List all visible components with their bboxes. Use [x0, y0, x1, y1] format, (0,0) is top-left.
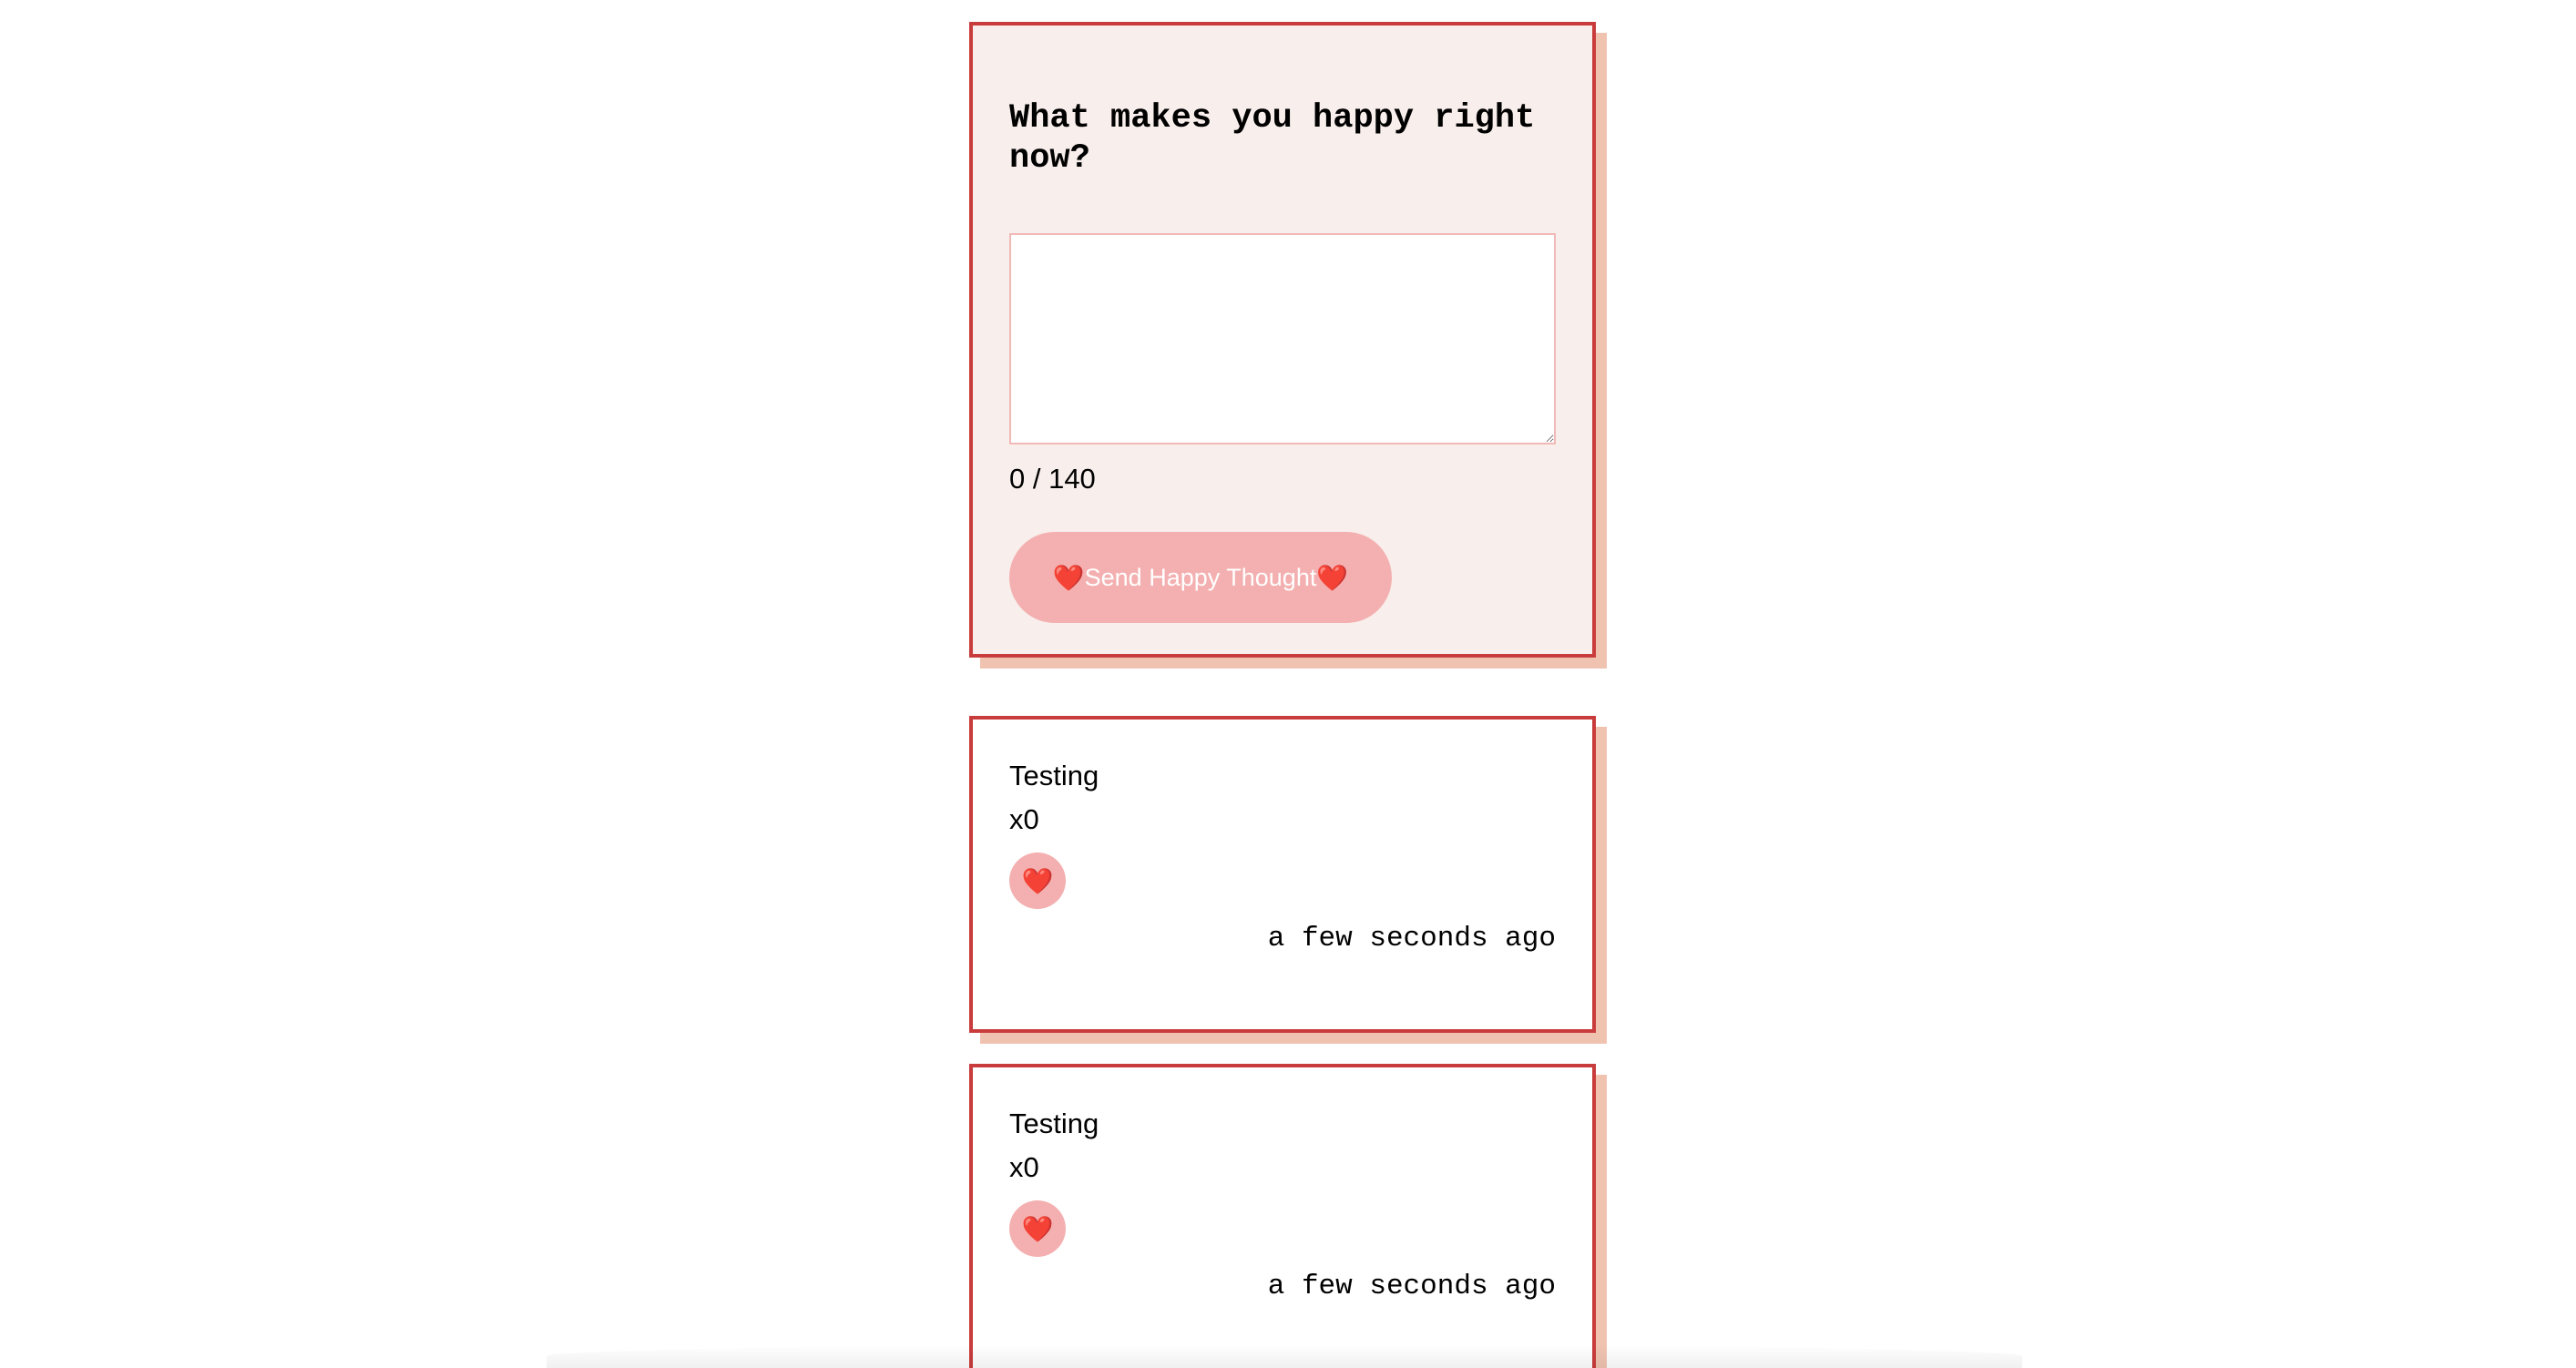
heart-icon: ❤️ — [1021, 866, 1054, 895]
happy-thought-form: What makes you happy right now? 0 / 140 … — [969, 22, 1596, 658]
send-button-label: Send Happy Thought — [1084, 563, 1317, 591]
thought-timestamp: a few seconds ago — [1267, 1271, 1556, 1302]
main-column: What makes you happy right now? 0 / 140 … — [969, 0, 1596, 1368]
thought-card: Testing x0 ❤️ a few seconds ago — [969, 1064, 1596, 1368]
like-button[interactable]: ❤️ — [1009, 1200, 1066, 1257]
send-happy-thought-button[interactable]: ❤️ Send Happy Thought ❤️ — [1009, 532, 1392, 623]
heart-icon: ❤️ — [1316, 563, 1349, 592]
heart-icon: ❤️ — [1021, 1214, 1054, 1243]
likes-count: x0 — [1009, 803, 1039, 835]
like-button[interactable]: ❤️ — [1009, 852, 1066, 909]
heart-icon: ❤️ — [1052, 563, 1085, 592]
thought-timestamp: a few seconds ago — [1267, 923, 1556, 955]
thought-message: Testing — [1009, 1108, 1099, 1139]
thought-textarea[interactable] — [1009, 233, 1556, 444]
thought-message: Testing — [1009, 760, 1099, 791]
form-title: What makes you happy right now? — [1009, 99, 1536, 178]
thought-card: Testing x0 ❤️ a few seconds ago — [969, 716, 1596, 1033]
character-counter: 0 / 140 — [1009, 463, 1096, 495]
likes-count: x0 — [1009, 1151, 1039, 1183]
